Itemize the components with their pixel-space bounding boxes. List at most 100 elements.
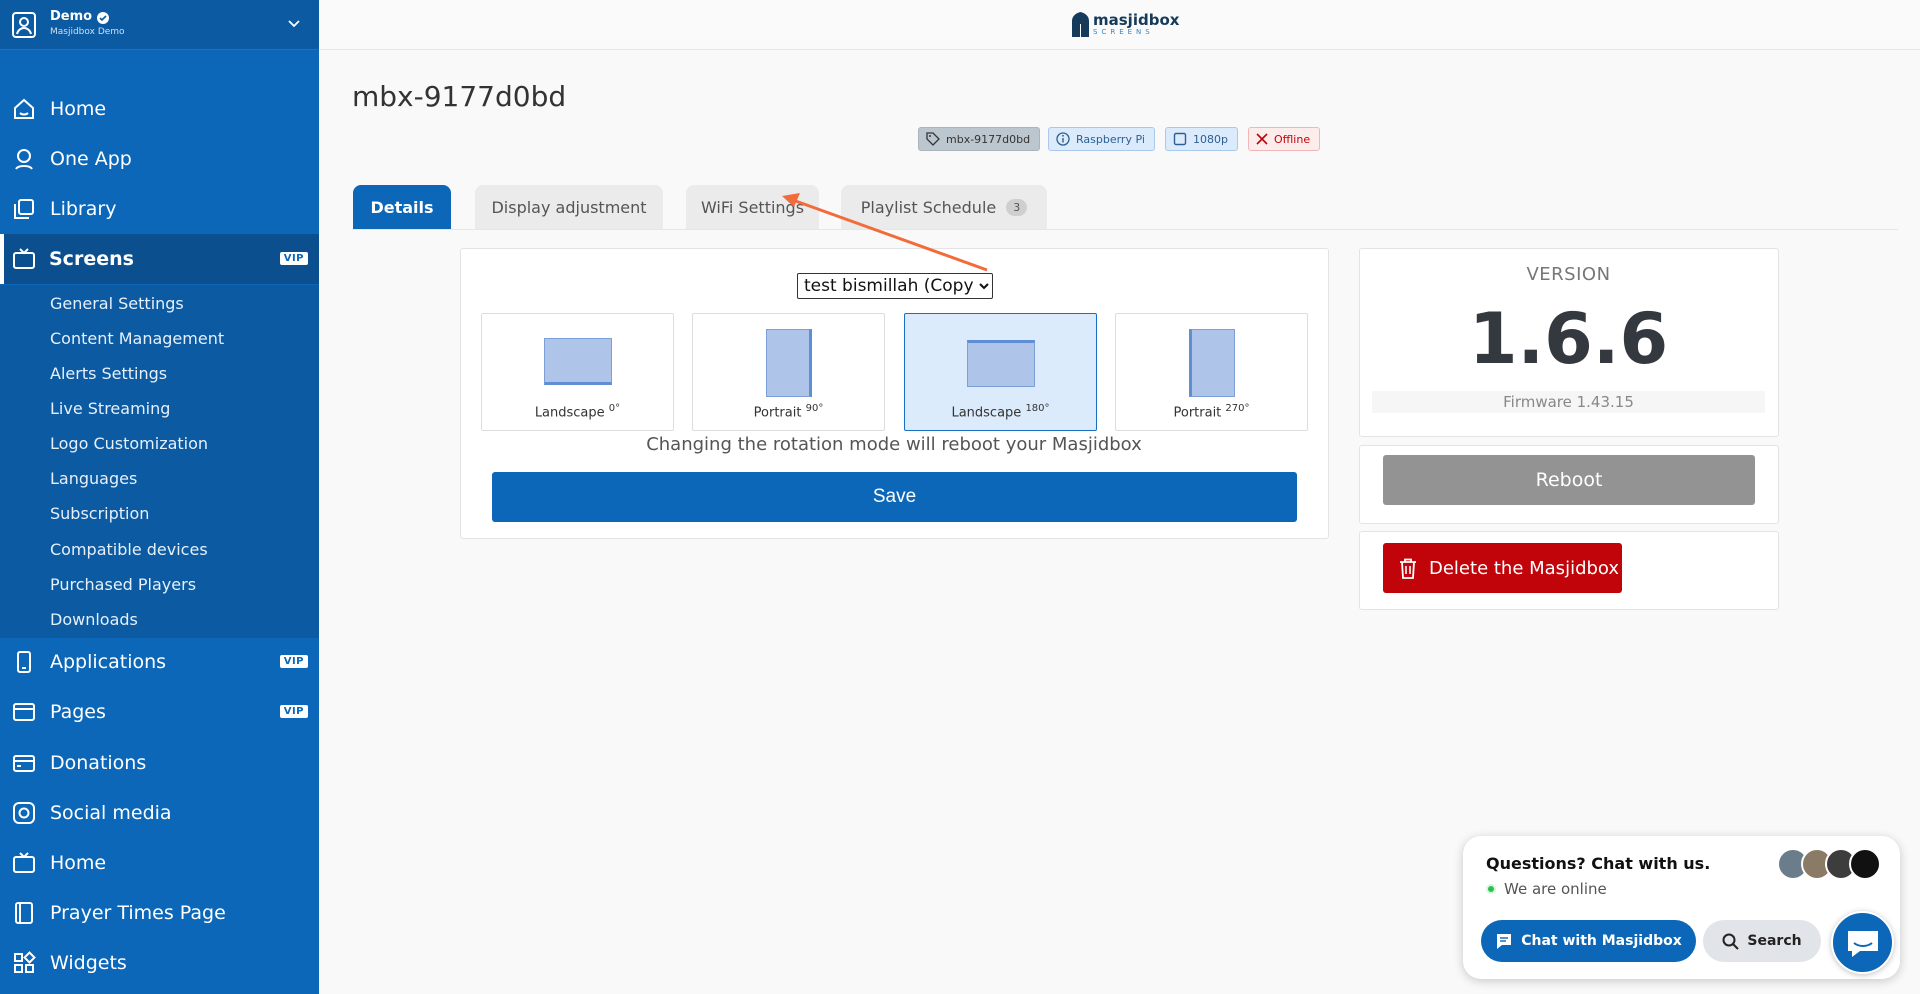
rotation-warning: Changing the rotation mode will reboot y… bbox=[646, 434, 1142, 455]
sidebar-item-library[interactable]: Library bbox=[0, 184, 319, 234]
badge-label: 1080p bbox=[1193, 132, 1228, 146]
masjidbox-logo[interactable]: masjidbox SCREENS bbox=[1071, 12, 1179, 37]
info-icon bbox=[1056, 132, 1070, 146]
sidebar-item-screens[interactable]: Screens VIP bbox=[0, 234, 319, 284]
sidebar-item-label: Screens bbox=[49, 248, 134, 270]
sidebar-item-label: Pages bbox=[50, 701, 106, 723]
submenu-content-management[interactable]: Content Management bbox=[50, 329, 224, 348]
save-button[interactable]: Save bbox=[492, 472, 1297, 522]
browser-icon bbox=[13, 703, 35, 721]
sidebar-item-prayer-times-page[interactable]: Prayer Times Page bbox=[0, 888, 319, 938]
badge-label: Offline bbox=[1274, 132, 1311, 146]
rotation-degrees: 0° bbox=[608, 402, 621, 414]
sidebar-item-applications[interactable]: Applications VIP bbox=[0, 637, 319, 687]
submenu-live-streaming[interactable]: Live Streaming bbox=[50, 399, 170, 418]
sidebar-item-social-media[interactable]: Social media bbox=[0, 788, 319, 838]
submenu-alerts-settings[interactable]: Alerts Settings bbox=[50, 364, 167, 383]
close-icon bbox=[1256, 133, 1268, 145]
badge-label: mbx-9177d0bd bbox=[946, 132, 1031, 146]
sidebar-item-label: Applications bbox=[50, 651, 167, 673]
library-icon bbox=[14, 199, 34, 219]
tab-label: Details bbox=[370, 198, 434, 217]
online-dot-icon bbox=[1486, 884, 1496, 894]
badge-label: Raspberry Pi bbox=[1076, 132, 1145, 146]
playlist-count-badge: 3 bbox=[1006, 199, 1028, 216]
resolution-badge: 1080p bbox=[1165, 127, 1238, 151]
tv-icon bbox=[13, 248, 35, 269]
submenu-subscription[interactable]: Subscription bbox=[50, 504, 149, 523]
rotation-degrees: 180° bbox=[1025, 402, 1050, 414]
sidebar-item-label: Prayer Times Page bbox=[50, 902, 226, 924]
rotation-option-portrait-90[interactable]: Portrait 90° bbox=[692, 313, 885, 431]
sidebar-item-one-app[interactable]: One App bbox=[0, 134, 319, 184]
book-icon bbox=[15, 902, 33, 924]
chat-status-text: We are online bbox=[1504, 880, 1607, 898]
submenu-languages[interactable]: Languages bbox=[50, 469, 137, 488]
sidebar-item-widgets[interactable]: Widgets bbox=[0, 938, 319, 988]
submenu-downloads[interactable]: Downloads bbox=[50, 610, 138, 629]
firmware-version: Firmware 1.43.15 bbox=[1372, 391, 1765, 413]
tab-label: WiFi Settings bbox=[700, 198, 805, 217]
user-icon bbox=[12, 12, 36, 38]
delete-masjidbox-button[interactable]: Delete the Masjidbox bbox=[1383, 543, 1622, 593]
rotation-option-label: Landscape 180° bbox=[905, 403, 1096, 420]
wallet-icon bbox=[13, 755, 35, 772]
page-title: mbx-9177d0bd bbox=[352, 80, 567, 113]
sidebar-item-home-2[interactable]: Home bbox=[0, 838, 319, 888]
rotation-option-label: Portrait 270° bbox=[1116, 403, 1307, 420]
rotation-option-landscape-0[interactable]: Landscape 0° bbox=[481, 313, 674, 431]
sidebar: Demo Masjidbox Demo Home One App Library… bbox=[0, 0, 319, 994]
search-button-label: Search bbox=[1747, 933, 1802, 949]
home-icon bbox=[14, 98, 34, 119]
logo-tagline: SCREENS bbox=[1093, 28, 1154, 36]
rotation-option-portrait-270[interactable]: Portrait 270° bbox=[1115, 313, 1308, 431]
sidebar-item-label: Widgets bbox=[50, 952, 127, 974]
submenu-compatible-devices[interactable]: Compatible devices bbox=[50, 540, 208, 559]
rotation-option-landscape-180[interactable]: Landscape 180° bbox=[904, 313, 1097, 431]
chevron-down-icon[interactable] bbox=[288, 20, 300, 28]
account-switcher[interactable]: Demo Masjidbox Demo bbox=[0, 0, 319, 50]
sidebar-item-pages[interactable]: Pages VIP bbox=[0, 687, 319, 737]
tab-wifi-settings[interactable]: WiFi Settings bbox=[686, 185, 819, 230]
portrait-screen-icon bbox=[766, 329, 812, 397]
reboot-button[interactable]: Reboot bbox=[1383, 455, 1755, 505]
chat-search-button[interactable]: Search bbox=[1703, 920, 1821, 962]
vip-badge: VIP bbox=[279, 252, 308, 265]
vip-badge: VIP bbox=[279, 705, 308, 718]
device-model-badge: Raspberry Pi bbox=[1048, 127, 1155, 151]
chat-with-masjidbox-button[interactable]: Chat with Masjidbox bbox=[1481, 920, 1696, 962]
vip-badge: VIP bbox=[279, 655, 308, 668]
landscape-screen-icon bbox=[544, 338, 612, 385]
tabs-divider bbox=[352, 229, 1898, 230]
tab-playlist-schedule[interactable]: Playlist Schedule 3 bbox=[841, 185, 1047, 230]
rotation-name: Landscape bbox=[534, 405, 605, 420]
tab-label: Display adjustment bbox=[491, 198, 647, 217]
submenu-logo-customization[interactable]: Logo Customization bbox=[50, 434, 208, 453]
device-id-badge: mbx-9177d0bd bbox=[918, 127, 1041, 151]
sidebar-item-home[interactable]: Home bbox=[0, 84, 319, 134]
rotation-name: Landscape bbox=[951, 405, 1022, 420]
sidebar-item-donations[interactable]: Donations bbox=[0, 738, 319, 788]
tv-icon bbox=[13, 852, 35, 873]
tab-display-adjustment[interactable]: Display adjustment bbox=[475, 185, 663, 230]
mosque-logo-icon bbox=[1072, 12, 1089, 37]
chat-button-label: Chat with Masjidbox bbox=[1521, 933, 1682, 949]
landscape-screen-icon bbox=[967, 340, 1035, 387]
status-badge: Offline bbox=[1248, 127, 1321, 151]
phone-icon bbox=[17, 651, 31, 673]
portrait-screen-icon bbox=[1189, 329, 1235, 397]
tab-label: Playlist Schedule bbox=[860, 198, 997, 217]
playlist-select[interactable]: test bismillah (Copy) bbox=[797, 273, 993, 299]
sidebar-item-label: Home bbox=[50, 852, 107, 874]
app-icon bbox=[15, 149, 33, 170]
logo-name: masjidbox bbox=[1093, 11, 1180, 29]
tag-icon bbox=[926, 132, 940, 146]
tab-details[interactable]: Details bbox=[353, 185, 451, 230]
avatar bbox=[1849, 848, 1881, 880]
search-icon bbox=[1722, 933, 1740, 950]
rotation-degrees: 270° bbox=[1225, 402, 1250, 414]
chat-launcher-button[interactable] bbox=[1831, 911, 1894, 974]
rotation-degrees: 90° bbox=[805, 402, 824, 414]
submenu-purchased-players[interactable]: Purchased Players bbox=[50, 575, 196, 594]
submenu-general-settings[interactable]: General Settings bbox=[50, 294, 184, 313]
